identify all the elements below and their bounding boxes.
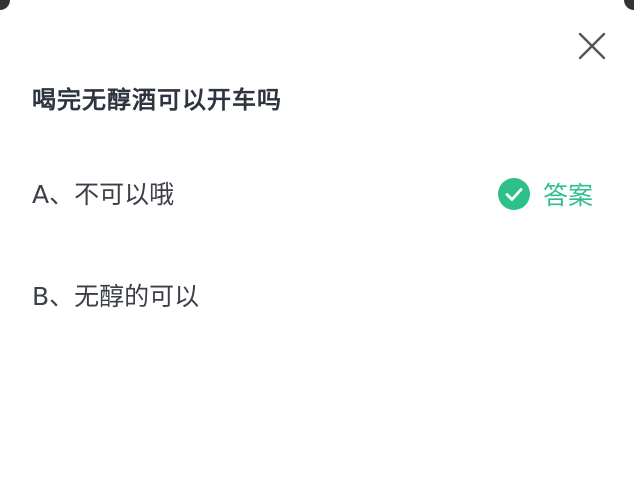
close-button[interactable] <box>572 26 612 66</box>
answer-label: 答案 <box>543 181 594 210</box>
answer-badge: 答案 <box>497 176 593 212</box>
dialog-corner-right <box>624 0 634 10</box>
option-a[interactable]: A、不可以哦 <box>32 175 174 211</box>
dialog-corner-left <box>0 0 10 10</box>
answer-dialog: 喝完无醇酒可以开车吗 A、不可以哦 答案 B、无醇的可以 <box>0 0 634 500</box>
close-icon <box>578 32 606 60</box>
check-circle-icon <box>497 177 531 211</box>
question-title: 喝完无醇酒可以开车吗 <box>32 86 282 114</box>
option-b[interactable]: B、无醇的可以 <box>32 277 199 313</box>
